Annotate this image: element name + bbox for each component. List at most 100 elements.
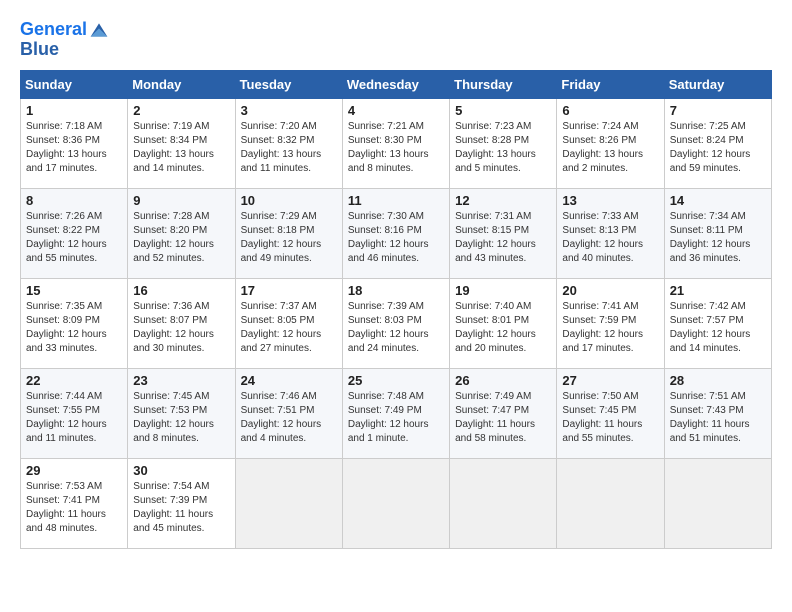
day-info: Sunrise: 7:21 AMSunset: 8:30 PMDaylight:…: [348, 120, 444, 176]
day-number: 7: [670, 103, 766, 118]
day-number: 24: [241, 373, 337, 388]
calendar-cell: 5 Sunrise: 7:23 AMSunset: 8:28 PMDaylight…: [450, 98, 557, 188]
day-info: Sunrise: 7:41 AMSunset: 7:59 PMDaylight:…: [562, 300, 658, 356]
day-number: 13: [562, 193, 658, 208]
day-info: Sunrise: 7:25 AMSunset: 8:24 PMDaylight:…: [670, 120, 766, 176]
day-number: 11: [348, 193, 444, 208]
day-info: Sunrise: 7:42 AMSunset: 7:57 PMDaylight:…: [670, 300, 766, 356]
day-info: Sunrise: 7:40 AMSunset: 8:01 PMDaylight:…: [455, 300, 551, 356]
day-info: Sunrise: 7:34 AMSunset: 8:11 PMDaylight:…: [670, 210, 766, 266]
logo: General Blue: [20, 20, 109, 60]
calendar-cell: 2 Sunrise: 7:19 AMSunset: 8:34 PMDaylight…: [128, 98, 235, 188]
calendar-week-row: 1 Sunrise: 7:18 AMSunset: 8:36 PMDaylight…: [21, 98, 772, 188]
calendar-cell: [450, 458, 557, 548]
day-number: 16: [133, 283, 229, 298]
calendar-cell: 24 Sunrise: 7:46 AMSunset: 7:51 PMDayligh…: [235, 368, 342, 458]
logo-icon: [89, 20, 109, 40]
day-info: Sunrise: 7:18 AMSunset: 8:36 PMDaylight:…: [26, 120, 122, 176]
day-number: 22: [26, 373, 122, 388]
calendar-cell: 18 Sunrise: 7:39 AMSunset: 8:03 PMDayligh…: [342, 278, 449, 368]
logo-text: General: [20, 20, 87, 40]
calendar-cell: 23Sunrise: 7:45 AMSunset: 7:53 PMDayligh…: [128, 368, 235, 458]
calendar-cell: 9Sunrise: 7:28 AMSunset: 8:20 PMDaylight…: [128, 188, 235, 278]
header-day-thursday: Thursday: [450, 70, 557, 98]
day-info: Sunrise: 7:54 AMSunset: 7:39 PMDaylight:…: [133, 480, 229, 536]
calendar-cell: 27Sunrise: 7:50 AMSunset: 7:45 PMDayligh…: [557, 368, 664, 458]
calendar-week-row: 8 Sunrise: 7:26 AMSunset: 8:22 PMDaylight…: [21, 188, 772, 278]
day-number: 8: [26, 193, 122, 208]
calendar-cell: 1 Sunrise: 7:18 AMSunset: 8:36 PMDaylight…: [21, 98, 128, 188]
day-number: 2: [133, 103, 229, 118]
header-day-wednesday: Wednesday: [342, 70, 449, 98]
calendar-week-row: 29 Sunrise: 7:53 AMSunset: 7:41 PMDayligh…: [21, 458, 772, 548]
day-number: 5: [455, 103, 551, 118]
day-number: 12: [455, 193, 551, 208]
calendar-cell: 6Sunrise: 7:24 AMSunset: 8:26 PMDaylight…: [557, 98, 664, 188]
header-day-tuesday: Tuesday: [235, 70, 342, 98]
day-number: 18: [348, 283, 444, 298]
calendar-cell: 29 Sunrise: 7:53 AMSunset: 7:41 PMDayligh…: [21, 458, 128, 548]
calendar-cell: 14 Sunrise: 7:34 AMSunset: 8:11 PMDayligh…: [664, 188, 771, 278]
day-info: Sunrise: 7:49 AMSunset: 7:47 PMDaylight:…: [455, 390, 551, 446]
day-info: Sunrise: 7:31 AMSunset: 8:15 PMDaylight:…: [455, 210, 551, 266]
calendar-cell: 25 Sunrise: 7:48 AMSunset: 7:49 PMDayligh…: [342, 368, 449, 458]
day-number: 10: [241, 193, 337, 208]
day-number: 26: [455, 373, 551, 388]
day-number: 25: [348, 373, 444, 388]
calendar-cell: 12 Sunrise: 7:31 AMSunset: 8:15 PMDayligh…: [450, 188, 557, 278]
calendar-cell: 10 Sunrise: 7:29 AMSunset: 8:18 PMDayligh…: [235, 188, 342, 278]
header-day-monday: Monday: [128, 70, 235, 98]
header-day-saturday: Saturday: [664, 70, 771, 98]
calendar-body: 1 Sunrise: 7:18 AMSunset: 8:36 PMDaylight…: [21, 98, 772, 548]
calendar-cell: [664, 458, 771, 548]
day-number: 28: [670, 373, 766, 388]
day-info: Sunrise: 7:29 AMSunset: 8:18 PMDaylight:…: [241, 210, 337, 266]
day-info: Sunrise: 7:36 AMSunset: 8:07 PMDaylight:…: [133, 300, 229, 356]
day-info: Sunrise: 7:51 AMSunset: 7:43 PMDaylight:…: [670, 390, 766, 446]
day-info: Sunrise: 7:44 AMSunset: 7:55 PMDaylight:…: [26, 390, 122, 446]
calendar-cell: [557, 458, 664, 548]
calendar-cell: [342, 458, 449, 548]
day-info: Sunrise: 7:33 AMSunset: 8:13 PMDaylight:…: [562, 210, 658, 266]
day-number: 1: [26, 103, 122, 118]
calendar-cell: 26 Sunrise: 7:49 AMSunset: 7:47 PMDayligh…: [450, 368, 557, 458]
calendar-header: SundayMondayTuesdayWednesdayThursdayFrid…: [21, 70, 772, 98]
day-info: Sunrise: 7:24 AMSunset: 8:26 PMDaylight:…: [562, 120, 658, 176]
page-header: General Blue: [20, 20, 772, 60]
day-number: 15: [26, 283, 122, 298]
day-number: 29: [26, 463, 122, 478]
day-info: Sunrise: 7:23 AMSunset: 8:28 PMDaylight:…: [455, 120, 551, 176]
calendar-cell: [235, 458, 342, 548]
day-number: 21: [670, 283, 766, 298]
calendar-cell: 4 Sunrise: 7:21 AMSunset: 8:30 PMDaylight…: [342, 98, 449, 188]
day-info: Sunrise: 7:20 AMSunset: 8:32 PMDaylight:…: [241, 120, 337, 176]
calendar-cell: 22 Sunrise: 7:44 AMSunset: 7:55 PMDayligh…: [21, 368, 128, 458]
calendar-cell: 30 Sunrise: 7:54 AMSunset: 7:39 PMDayligh…: [128, 458, 235, 548]
calendar-cell: 17Sunrise: 7:37 AMSunset: 8:05 PMDayligh…: [235, 278, 342, 368]
calendar-week-row: 22 Sunrise: 7:44 AMSunset: 7:55 PMDayligh…: [21, 368, 772, 458]
day-number: 17: [241, 283, 337, 298]
day-number: 27: [562, 373, 658, 388]
day-info: Sunrise: 7:39 AMSunset: 8:03 PMDaylight:…: [348, 300, 444, 356]
day-info: Sunrise: 7:46 AMSunset: 7:51 PMDaylight:…: [241, 390, 337, 446]
day-number: 30: [133, 463, 229, 478]
calendar-cell: 21 Sunrise: 7:42 AMSunset: 7:57 PMDayligh…: [664, 278, 771, 368]
calendar-cell: 15 Sunrise: 7:35 AMSunset: 8:09 PMDayligh…: [21, 278, 128, 368]
calendar-cell: 13 Sunrise: 7:33 AMSunset: 8:13 PMDayligh…: [557, 188, 664, 278]
calendar-week-row: 15 Sunrise: 7:35 AMSunset: 8:09 PMDayligh…: [21, 278, 772, 368]
day-number: 20: [562, 283, 658, 298]
day-info: Sunrise: 7:48 AMSunset: 7:49 PMDaylight:…: [348, 390, 444, 446]
day-info: Sunrise: 7:35 AMSunset: 8:09 PMDaylight:…: [26, 300, 122, 356]
day-number: 14: [670, 193, 766, 208]
calendar-cell: 7 Sunrise: 7:25 AMSunset: 8:24 PMDaylight…: [664, 98, 771, 188]
day-info: Sunrise: 7:26 AMSunset: 8:22 PMDaylight:…: [26, 210, 122, 266]
calendar-table: SundayMondayTuesdayWednesdayThursdayFrid…: [20, 70, 772, 549]
logo-text2: Blue: [20, 40, 59, 60]
calendar-cell: 19Sunrise: 7:40 AMSunset: 8:01 PMDayligh…: [450, 278, 557, 368]
day-info: Sunrise: 7:53 AMSunset: 7:41 PMDaylight:…: [26, 480, 122, 536]
day-number: 4: [348, 103, 444, 118]
day-info: Sunrise: 7:19 AMSunset: 8:34 PMDaylight:…: [133, 120, 229, 176]
calendar-cell: 28 Sunrise: 7:51 AMSunset: 7:43 PMDayligh…: [664, 368, 771, 458]
calendar-cell: 16 Sunrise: 7:36 AMSunset: 8:07 PMDayligh…: [128, 278, 235, 368]
day-info: Sunrise: 7:28 AMSunset: 8:20 PMDaylight:…: [133, 210, 229, 266]
